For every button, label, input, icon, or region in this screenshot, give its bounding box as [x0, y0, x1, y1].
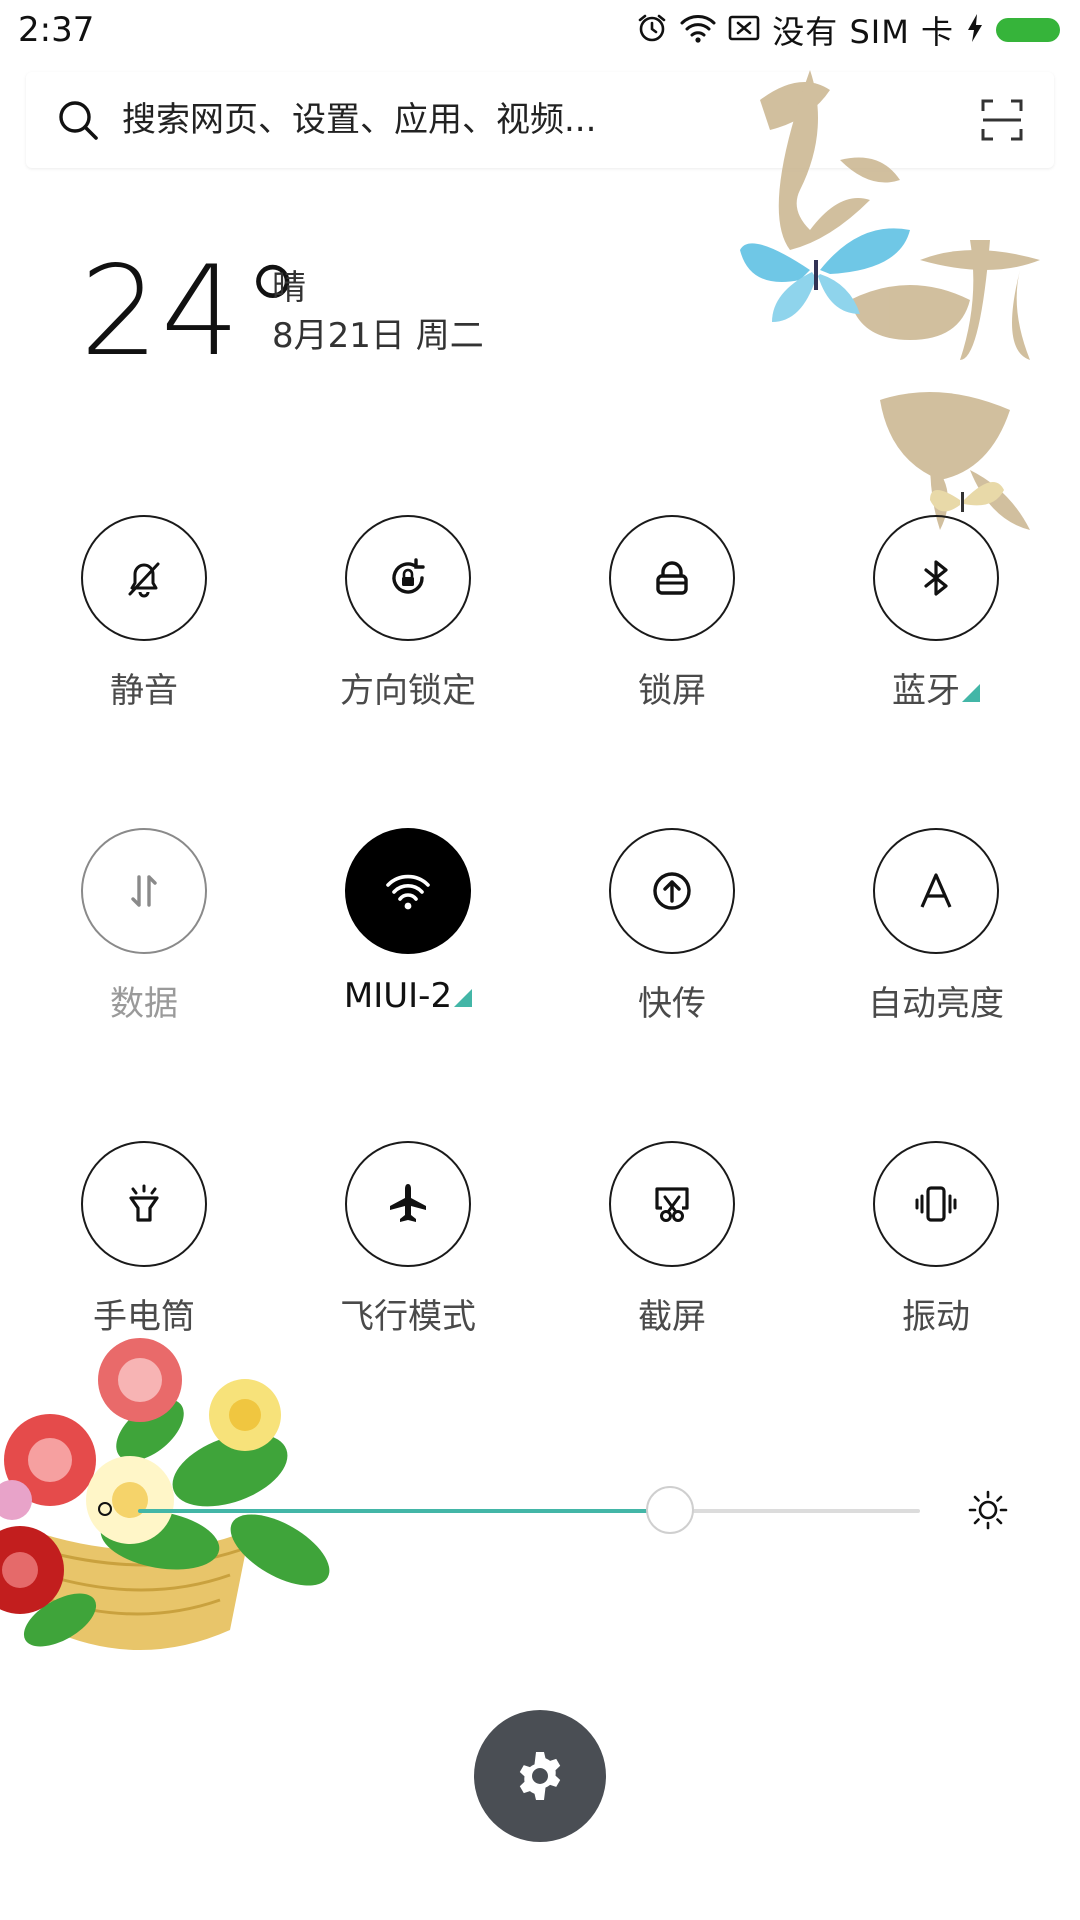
brightness-high-icon	[966, 1488, 1010, 1532]
wifi-icon	[386, 874, 430, 910]
flashlight-icon	[129, 1184, 159, 1222]
toggle-silent-button[interactable]	[81, 515, 207, 641]
calligraphy-decoration	[720, 40, 1080, 560]
bell-off-icon	[128, 562, 160, 598]
alarm-icon	[636, 12, 668, 48]
toggle-label: 方向锁定	[340, 671, 476, 711]
toggle-vibrate-button[interactable]	[873, 1141, 999, 1267]
wifi-icon	[680, 13, 716, 47]
airplane-icon	[390, 1184, 426, 1222]
weather-condition: 晴	[272, 268, 306, 308]
status-time: 2:37	[18, 10, 95, 50]
toggle-label: MIUI-2	[344, 976, 473, 1016]
toggle-label: 锁屏	[638, 671, 706, 711]
vibrate-icon	[915, 1186, 957, 1222]
toggle-quick-transfer[interactable]: 快传	[540, 828, 804, 1058]
toggle-wifi[interactable]: MIUI-2	[276, 828, 540, 1058]
toggle-label: 静音	[110, 671, 178, 711]
search-icon	[54, 96, 102, 144]
search-input[interactable]	[122, 96, 682, 144]
toggle-mobile-data[interactable]: 数据	[12, 828, 276, 1058]
toggle-rotation-lock-button[interactable]	[345, 515, 471, 641]
toggle-lock-screen[interactable]: 锁屏	[540, 515, 804, 745]
brightness-low-icon	[98, 1502, 112, 1516]
auto-brightness-icon	[920, 873, 952, 908]
details-indicator-icon	[962, 684, 980, 702]
toggle-lock-screen-button[interactable]	[609, 515, 735, 641]
toggle-bluetooth[interactable]: 蓝牙	[804, 515, 1068, 745]
toggle-quick-transfer-button[interactable]	[609, 828, 735, 954]
battery-icon	[996, 18, 1060, 42]
toggle-label: 蓝牙	[892, 663, 980, 712]
brightness-track[interactable]	[138, 1486, 920, 1534]
brightness-slider[interactable]	[90, 1480, 1010, 1540]
toggle-auto-brightness[interactable]: 自动亮度	[804, 828, 1068, 1058]
brightness-fill	[138, 1509, 670, 1513]
details-indicator-icon	[454, 989, 473, 1007]
brightness-thumb[interactable]	[645, 1486, 694, 1534]
rotation-lock-icon	[392, 558, 425, 594]
weather-date: 8月21日 周二	[272, 316, 484, 356]
bluetooth-icon	[924, 560, 948, 596]
toggle-label: 截屏	[638, 1297, 706, 1337]
quick-transfer-icon	[653, 872, 691, 910]
toggle-vibrate[interactable]: 振动	[804, 1141, 1068, 1371]
toggle-flashlight-button[interactable]	[81, 1141, 207, 1267]
toggle-airplane-mode-button[interactable]	[345, 1141, 471, 1267]
screenshot-icon	[655, 1187, 689, 1222]
toggle-wifi-button[interactable]	[345, 828, 471, 954]
toggle-screenshot-button[interactable]	[609, 1141, 735, 1267]
toggle-label: 自动亮度	[868, 984, 1004, 1024]
gear-icon	[519, 1752, 561, 1800]
toggle-silent[interactable]: 静音	[12, 515, 276, 745]
toggle-screenshot[interactable]: 截屏	[540, 1141, 804, 1371]
toggle-label: 飞行模式	[340, 1297, 476, 1337]
toggle-bluetooth-button[interactable]	[873, 515, 999, 641]
lock-icon	[656, 561, 688, 595]
mobile-data-icon	[131, 875, 157, 907]
toggle-auto-brightness-button[interactable]	[873, 828, 999, 954]
toggle-label: 快传	[638, 984, 706, 1024]
toggle-label: 数据	[110, 984, 178, 1024]
settings-button[interactable]	[474, 1710, 606, 1842]
toggle-mobile-data-button[interactable]	[81, 828, 207, 954]
toggle-label: 振动	[902, 1297, 970, 1337]
toggle-rotation-lock[interactable]: 方向锁定	[276, 515, 540, 745]
